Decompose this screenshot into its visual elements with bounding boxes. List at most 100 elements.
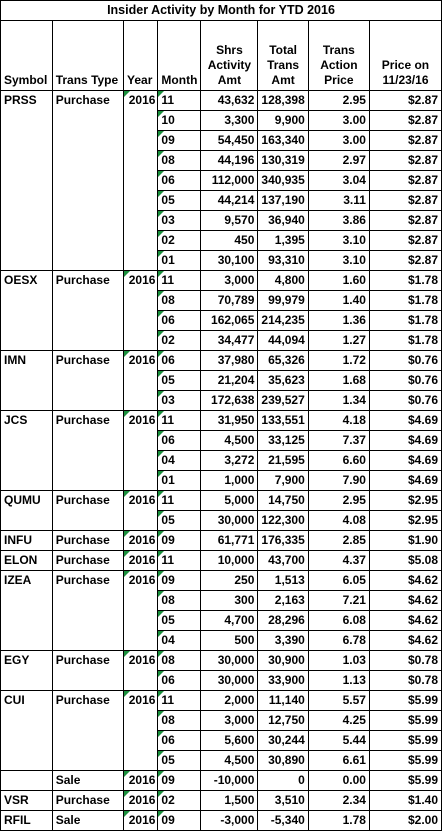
cell-trans-type[interactable] [51, 330, 125, 351]
cell-month[interactable]: 11 [157, 690, 202, 711]
cell-trans-action-price[interactable]: 0.00 [307, 770, 370, 791]
cell-trans-action-price[interactable]: 1.72 [307, 350, 370, 371]
cell-month[interactable]: 09 [157, 770, 202, 791]
cell-trans-type[interactable]: Purchase [51, 790, 125, 811]
cell-year[interactable] [123, 630, 159, 651]
cell-trans-type[interactable] [51, 290, 125, 311]
cell-shrs-activity-amt[interactable]: 3,300 [200, 110, 259, 131]
cell-trans-type[interactable] [51, 630, 125, 651]
cell-shrs-activity-amt[interactable]: 250 [200, 570, 259, 591]
cell-year[interactable] [123, 190, 159, 211]
cell-shrs-activity-amt[interactable]: 450 [200, 230, 259, 251]
cell-trans-type[interactable] [51, 750, 125, 771]
cell-price-on[interactable]: $1.78 [368, 330, 442, 351]
cell-month[interactable]: 05 [157, 750, 202, 771]
cell-price-on[interactable]: $5.99 [368, 750, 442, 771]
cell-total-trans-amt[interactable]: 44,094 [257, 330, 309, 351]
header-month[interactable]: Month [157, 20, 202, 91]
cell-year[interactable] [123, 590, 159, 611]
cell-month[interactable]: 06 [157, 310, 202, 331]
cell-symbol[interactable]: IZEA [0, 570, 53, 591]
cell-shrs-activity-amt[interactable]: 162,065 [200, 310, 259, 331]
cell-total-trans-amt[interactable]: 28,296 [257, 610, 309, 631]
cell-year[interactable]: 2016 [123, 790, 159, 811]
cell-trans-action-price[interactable]: 1.68 [307, 370, 370, 391]
cell-symbol[interactable] [0, 310, 53, 331]
cell-year[interactable]: 2016 [123, 90, 159, 111]
cell-total-trans-amt[interactable]: 7,900 [257, 470, 309, 491]
cell-shrs-activity-amt[interactable]: 4,500 [200, 750, 259, 771]
cell-symbol[interactable] [0, 630, 53, 651]
cell-total-trans-amt[interactable]: 14,750 [257, 490, 309, 511]
cell-month[interactable]: 01 [157, 470, 202, 491]
cell-shrs-activity-amt[interactable]: 44,196 [200, 150, 259, 171]
cell-shrs-activity-amt[interactable]: 30,100 [200, 250, 259, 271]
cell-symbol[interactable]: VSR [0, 790, 53, 811]
cell-month[interactable]: 04 [157, 630, 202, 651]
cell-shrs-activity-amt[interactable]: -3,000 [200, 810, 259, 831]
cell-total-trans-amt[interactable]: 33,900 [257, 670, 309, 691]
cell-symbol[interactable] [0, 510, 53, 531]
cell-trans-action-price[interactable]: 6.78 [307, 630, 370, 651]
cell-month[interactable]: 11 [157, 90, 202, 111]
cell-price-on[interactable]: $5.08 [368, 550, 442, 571]
cell-trans-action-price[interactable]: 6.61 [307, 750, 370, 771]
cell-month[interactable]: 10 [157, 110, 202, 131]
cell-trans-action-price[interactable]: 6.05 [307, 570, 370, 591]
cell-shrs-activity-amt[interactable]: 1,000 [200, 470, 259, 491]
cell-price-on[interactable]: $0.76 [368, 370, 442, 391]
cell-shrs-activity-amt[interactable]: 3,272 [200, 450, 259, 471]
cell-shrs-activity-amt[interactable]: 30,000 [200, 650, 259, 671]
cell-trans-action-price[interactable]: 3.86 [307, 210, 370, 231]
cell-shrs-activity-amt[interactable]: 30,000 [200, 510, 259, 531]
cell-shrs-activity-amt[interactable]: 3,000 [200, 710, 259, 731]
cell-symbol[interactable] [0, 610, 53, 631]
cell-symbol[interactable] [0, 190, 53, 211]
cell-month[interactable]: 04 [157, 450, 202, 471]
cell-shrs-activity-amt[interactable]: 2,000 [200, 690, 259, 711]
cell-symbol[interactable] [0, 670, 53, 691]
cell-total-trans-amt[interactable]: 2,163 [257, 590, 309, 611]
cell-month[interactable]: 05 [157, 190, 202, 211]
cell-year[interactable] [123, 150, 159, 171]
cell-total-trans-amt[interactable]: 122,300 [257, 510, 309, 531]
cell-year[interactable] [123, 430, 159, 451]
cell-symbol[interactable] [0, 430, 53, 451]
cell-symbol[interactable] [0, 130, 53, 151]
cell-trans-action-price[interactable]: 1.78 [307, 810, 370, 831]
cell-year[interactable] [123, 110, 159, 131]
cell-symbol[interactable] [0, 210, 53, 231]
cell-total-trans-amt[interactable]: 130,319 [257, 150, 309, 171]
cell-price-on[interactable]: $1.78 [368, 290, 442, 311]
cell-price-on[interactable]: $4.69 [368, 470, 442, 491]
cell-month[interactable]: 01 [157, 250, 202, 271]
cell-price-on[interactable]: $0.76 [368, 350, 442, 371]
cell-total-trans-amt[interactable]: 9,900 [257, 110, 309, 131]
cell-trans-type[interactable]: Purchase [51, 350, 125, 371]
cell-trans-type[interactable] [51, 190, 125, 211]
cell-symbol[interactable] [0, 730, 53, 751]
cell-month[interactable]: 11 [157, 490, 202, 511]
cell-price-on[interactable]: $2.87 [368, 250, 442, 271]
cell-symbol[interactable]: INFU [0, 530, 53, 551]
cell-shrs-activity-amt[interactable]: 70,789 [200, 290, 259, 311]
cell-trans-type[interactable] [51, 130, 125, 151]
cell-month[interactable]: 06 [157, 670, 202, 691]
cell-trans-action-price[interactable]: 7.90 [307, 470, 370, 491]
cell-month[interactable]: 03 [157, 390, 202, 411]
cell-year[interactable]: 2016 [123, 490, 159, 511]
cell-year[interactable] [123, 610, 159, 631]
cell-year[interactable]: 2016 [123, 550, 159, 571]
cell-trans-action-price[interactable]: 1.34 [307, 390, 370, 411]
cell-year[interactable]: 2016 [123, 650, 159, 671]
cell-price-on[interactable]: $2.87 [368, 210, 442, 231]
cell-symbol[interactable]: PRSS [0, 90, 53, 111]
cell-trans-type[interactable] [51, 710, 125, 731]
cell-shrs-activity-amt[interactable]: 61,771 [200, 530, 259, 551]
cell-year[interactable]: 2016 [123, 570, 159, 591]
cell-price-on[interactable]: $4.62 [368, 570, 442, 591]
cell-total-trans-amt[interactable]: 11,140 [257, 690, 309, 711]
cell-total-trans-amt[interactable]: 65,326 [257, 350, 309, 371]
cell-trans-type[interactable] [51, 170, 125, 191]
cell-trans-action-price[interactable]: 3.04 [307, 170, 370, 191]
